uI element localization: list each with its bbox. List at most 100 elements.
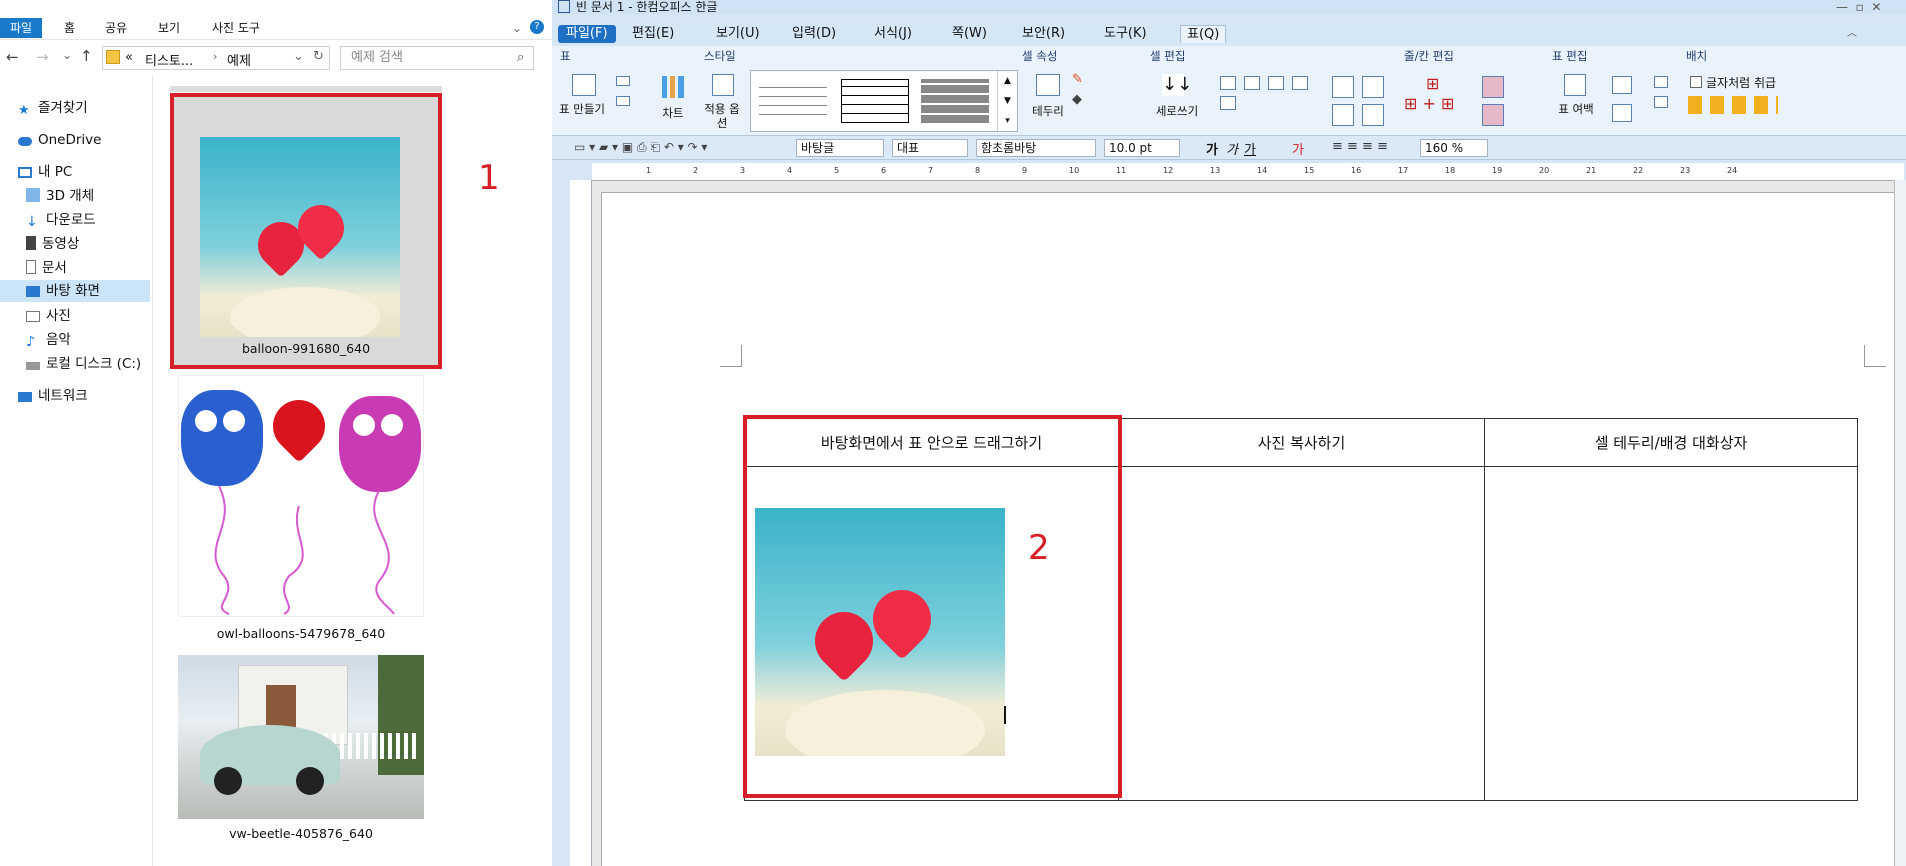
make-table-button[interactable]: 표 만들기 — [558, 102, 606, 116]
align-icon[interactable] — [1244, 76, 1260, 90]
cell-border-icon[interactable] — [1036, 74, 1060, 96]
delete-column-icon[interactable] — [1482, 104, 1504, 126]
table-small-icon[interactable] — [616, 96, 630, 106]
style-thumb-2[interactable] — [841, 79, 909, 123]
file-name-vw[interactable]: vw-beetle-405876_640 — [178, 826, 424, 841]
chart-icon[interactable] — [662, 76, 684, 98]
align-icon[interactable] — [1292, 76, 1308, 90]
apply-options-button[interactable]: 적용 옵션 — [702, 102, 742, 130]
window-controls[interactable]: — ▫ ✕ — [1836, 0, 1881, 14]
address-dropdown-icon[interactable]: ⌄ — [293, 49, 304, 64]
border-button[interactable]: 테두리 — [1028, 104, 1068, 118]
table-header-cell-3[interactable]: 셀 테두리/배경 대화상자 — [1484, 418, 1858, 467]
nav-item-3d-objects[interactable]: 3D 개체 — [26, 185, 94, 207]
forward-arrow-icon[interactable]: → — [36, 48, 49, 66]
vertical-text-icon[interactable]: ↓↓ — [1162, 74, 1192, 96]
col-width-icon[interactable] — [1612, 104, 1632, 122]
style-select[interactable]: 바탕글 — [796, 139, 884, 157]
nav-item-pictures[interactable]: 사진 — [26, 305, 71, 327]
refresh-icon[interactable]: ↻ — [313, 49, 324, 64]
italic-button[interactable]: 가 — [1226, 139, 1238, 158]
inserted-balloon-image[interactable] — [755, 508, 1005, 756]
language-select[interactable]: 대표 — [892, 139, 968, 157]
collapse-ribbon-icon[interactable]: ︿ — [1847, 25, 1857, 43]
gallery-scroll-icon[interactable]: ▲ ▼ ▾ — [997, 71, 1017, 131]
table-header-cell-2[interactable]: 사진 복사하기 — [1118, 418, 1485, 467]
pen-color-icon[interactable]: ✎ — [1072, 72, 1083, 87]
nav-item-documents[interactable]: 문서 — [26, 257, 67, 279]
menu-insert[interactable]: 입력(D) — [792, 25, 836, 43]
merge-cells-icon[interactable] — [1332, 76, 1354, 98]
nav-item-quick-access[interactable]: ★ 즐겨찾기 — [18, 97, 88, 119]
apply-style-icon[interactable] — [712, 74, 734, 96]
align-icon[interactable] — [1220, 96, 1236, 110]
up-arrow-icon[interactable]: ↑ — [80, 47, 93, 65]
menu-table[interactable]: 표(Q) — [1180, 25, 1227, 43]
menu-view[interactable]: 보기(U) — [716, 25, 760, 43]
cell-fit-icon[interactable] — [1654, 96, 1668, 108]
selected-file-balloon[interactable]: balloon-991680_640 — [170, 93, 442, 369]
underline-button[interactable]: 가 — [1244, 139, 1256, 158]
table-body-cell-3[interactable] — [1484, 466, 1858, 801]
table-margin-button[interactable]: 표 여백 — [1556, 102, 1596, 116]
file-name-balloon[interactable]: balloon-991680_640 — [174, 341, 438, 356]
wrap-options-icons[interactable] — [1688, 96, 1778, 114]
quick-access-icons[interactable]: ▭ ▾ ▰ ▾ ▣ ⎙ ⎗ ↶ ▾ ↷ ▾ — [574, 140, 707, 155]
insert-column-icon[interactable]: ⊞ + ⊞ — [1404, 94, 1454, 113]
table-style-gallery[interactable]: ▲ ▼ ▾ — [750, 70, 1018, 132]
line-spacing-input[interactable]: 160 % — [1420, 139, 1488, 157]
file-name-owl[interactable]: owl-balloons-5479678_640 — [178, 626, 424, 641]
bold-button[interactable]: 가 — [1206, 139, 1218, 158]
table-grid-icon[interactable] — [572, 74, 596, 96]
nav-item-videos[interactable]: 동영상 — [26, 233, 79, 255]
tab-home[interactable]: 홈 — [64, 18, 75, 38]
align-icon[interactable] — [1268, 76, 1284, 90]
vertical-scrollbar[interactable] — [1894, 180, 1906, 866]
tab-picture-tools[interactable]: 사진 도구 — [212, 18, 260, 38]
cell-fit-icon[interactable] — [1654, 76, 1668, 88]
breadcrumb-example[interactable]: 예제 — [227, 50, 251, 69]
table-body-cell-2[interactable] — [1118, 466, 1485, 801]
nav-item-onedrive[interactable]: OneDrive — [18, 129, 101, 151]
vertical-writing-button[interactable]: 세로쓰기 — [1148, 104, 1206, 118]
style-thumb-1[interactable] — [759, 79, 827, 123]
cell-grid-icon[interactable] — [1362, 104, 1384, 126]
menu-file[interactable]: 파일(F) — [558, 25, 616, 43]
table-margin-icon[interactable] — [1564, 74, 1586, 96]
insert-row-icon[interactable]: ⊞ — [1426, 74, 1439, 93]
treat-as-char-checkbox[interactable] — [1690, 76, 1702, 88]
menu-page[interactable]: 쪽(W) — [952, 25, 987, 43]
nav-item-desktop[interactable]: 바탕 화면 — [0, 280, 150, 302]
chevron-down-icon[interactable]: ⌄ — [512, 18, 522, 38]
chart-button[interactable]: 차트 — [658, 106, 688, 120]
nav-item-local-disk[interactable]: 로컬 디스크 (C:) — [26, 353, 141, 375]
paragraph-align-icons[interactable]: ≡ ≡ ≡ ≡ — [1332, 139, 1388, 154]
tab-share[interactable]: 공유 — [105, 18, 127, 38]
nav-item-this-pc[interactable]: 내 PC — [18, 161, 72, 183]
align-icon[interactable] — [1220, 76, 1236, 90]
fill-bucket-icon[interactable]: ◆ — [1072, 92, 1082, 107]
back-arrow-icon[interactable]: ← — [6, 48, 19, 66]
style-thumb-3[interactable] — [921, 79, 989, 123]
search-input[interactable]: 예제 검색 ⌕ — [340, 46, 534, 70]
split-cells-icon[interactable] — [1332, 104, 1354, 126]
delete-row-icon[interactable] — [1482, 76, 1504, 98]
nav-item-network[interactable]: 네트워크 — [18, 385, 88, 407]
address-bar[interactable]: « 티스토... › 예제 ⌄ ↻ — [102, 46, 330, 70]
row-height-icon[interactable] — [1612, 76, 1632, 94]
font-select[interactable]: 함초롬바탕 — [976, 139, 1096, 157]
breadcrumb-overflow[interactable]: « — [125, 50, 133, 65]
menu-tools[interactable]: 도구(K) — [1104, 25, 1147, 43]
nav-item-downloads[interactable]: ↓ 다운로드 — [26, 209, 96, 231]
recent-dropdown-icon[interactable]: ⌄ — [62, 48, 72, 62]
table-small-icon[interactable] — [616, 76, 630, 86]
font-size-input[interactable]: 10.0 pt — [1104, 139, 1180, 157]
menu-security[interactable]: 보안(R) — [1022, 25, 1065, 43]
font-color-icon[interactable]: 가 — [1292, 139, 1304, 158]
tab-file[interactable]: 파일 — [0, 18, 42, 38]
owl-balloons-thumbnail[interactable] — [178, 375, 424, 617]
cell-split-icon[interactable] — [1362, 76, 1384, 98]
vw-beetle-thumbnail[interactable] — [178, 655, 424, 819]
menu-edit[interactable]: 편집(E) — [632, 25, 674, 43]
nav-item-music[interactable]: ♪ 음악 — [26, 329, 71, 351]
